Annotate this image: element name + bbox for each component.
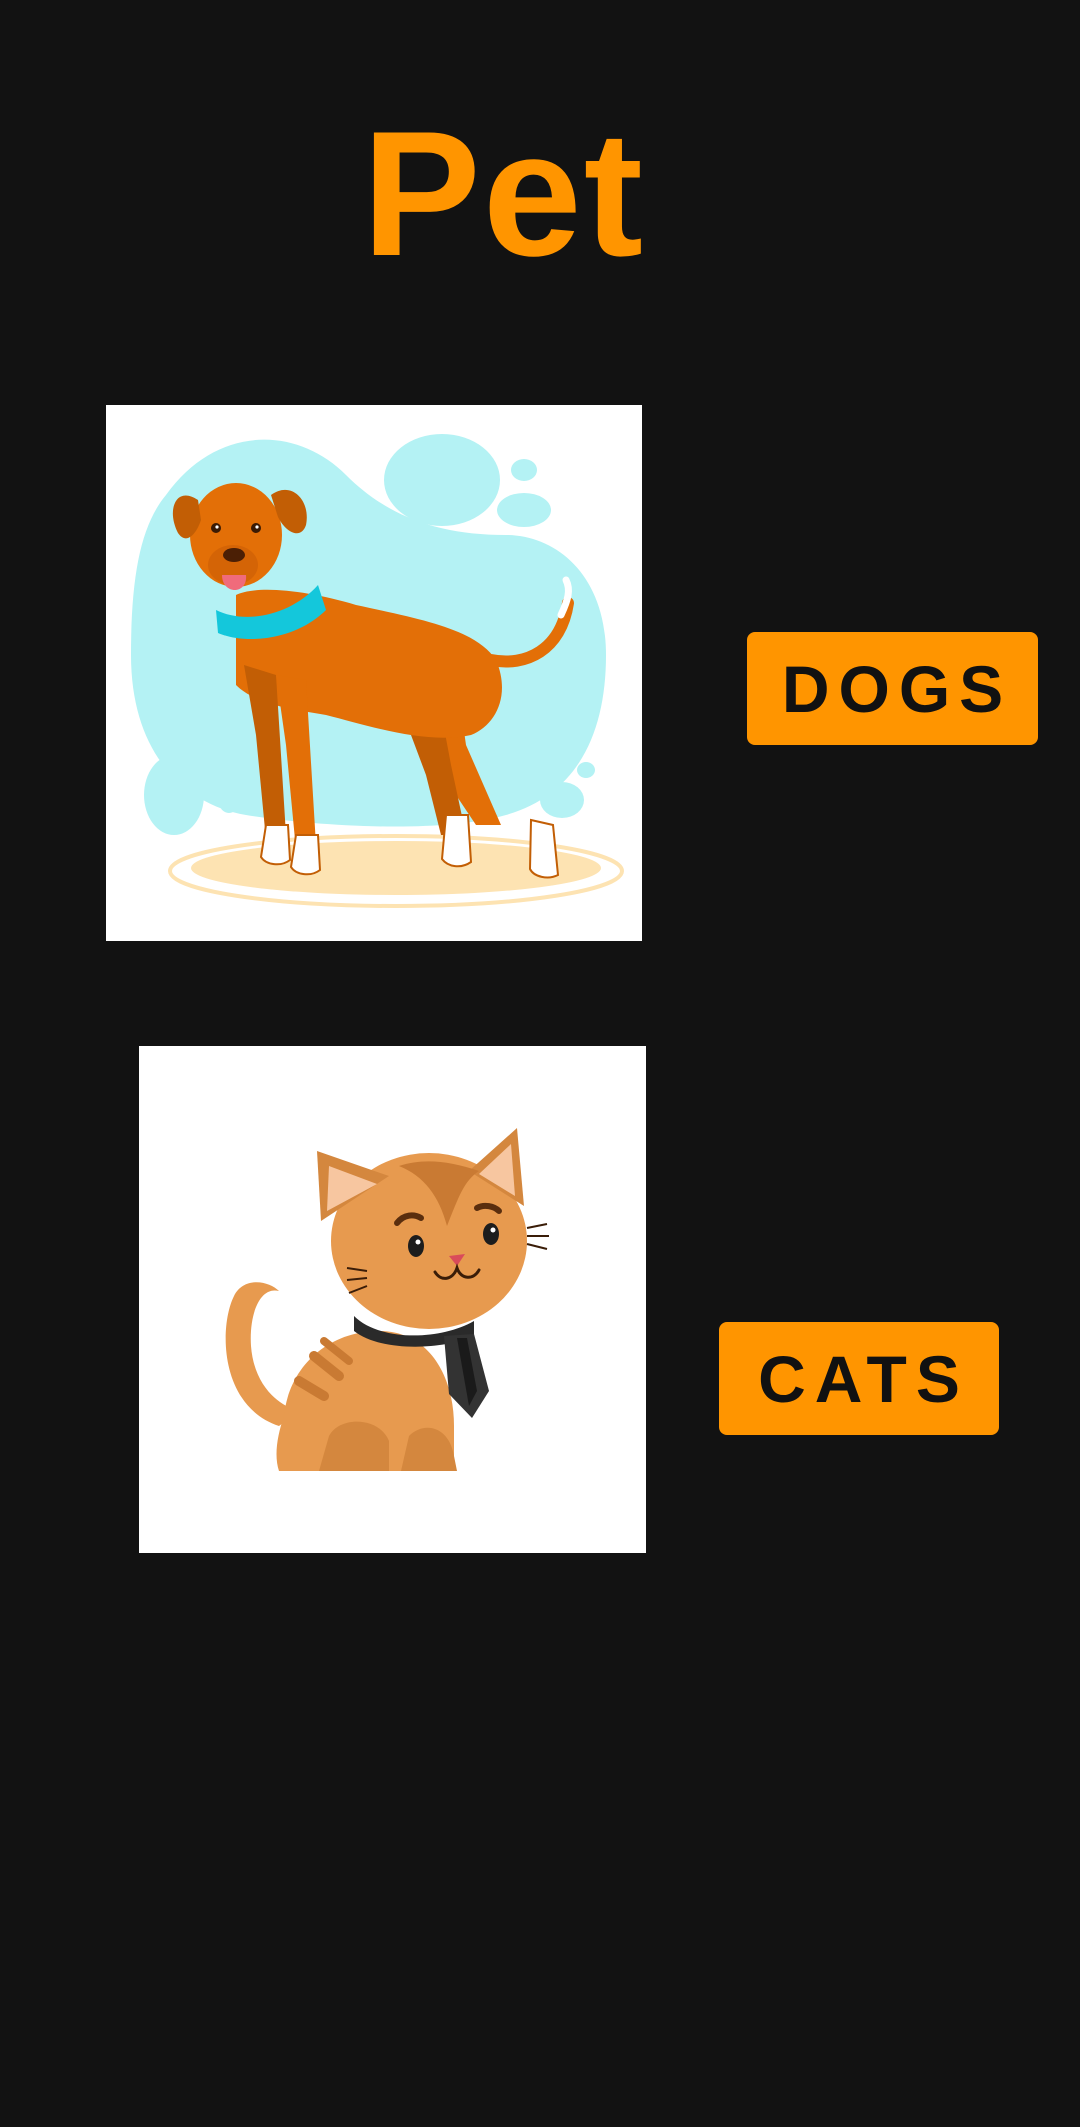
dogs-button[interactable]: DOGS — [747, 632, 1038, 745]
dog-image — [106, 405, 642, 941]
page-title: Pet — [362, 94, 645, 293]
cats-button[interactable]: CATS — [719, 1322, 999, 1435]
cat-image — [139, 1046, 646, 1553]
cat-illustration-icon — [225, 1128, 549, 1471]
dog-illustration-icon — [131, 434, 624, 908]
